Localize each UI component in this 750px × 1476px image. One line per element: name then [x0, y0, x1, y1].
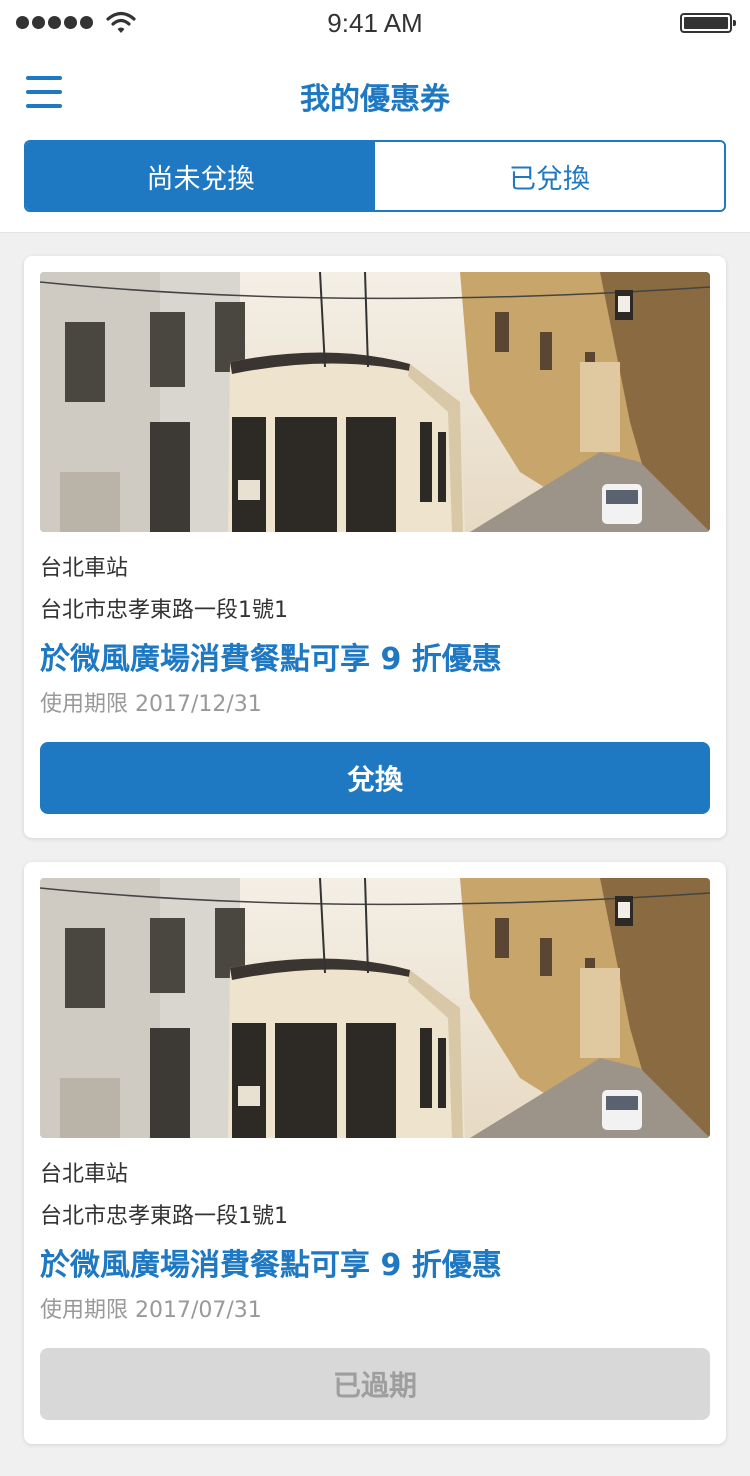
validity-date: 使用期限 2017/12/31: [40, 692, 262, 717]
app-header: 我的優惠券 尚未兌換 已兌換: [0, 48, 750, 233]
coupon-tabs: 尚未兌換 已兌換: [24, 140, 726, 212]
tab-redeemed[interactable]: 已兌換: [375, 142, 724, 210]
coupon-card: 台北車站 台北市忠孝東路一段1號1 於微風廣場消費餐點可享 9 折優惠 使用期限…: [24, 862, 726, 1444]
offer-text: 於微風廣場消費餐點可享 9 折優惠: [40, 1248, 502, 1283]
offer-text: 於微風廣場消費餐點可享 9 折優惠: [40, 642, 502, 677]
redeem-button[interactable]: 兌換: [40, 742, 710, 814]
store-address: 台北市忠孝東路一段1號1: [40, 598, 288, 623]
store-name: 台北車站: [40, 1162, 129, 1187]
tab-unredeemed[interactable]: 尚未兌換: [26, 142, 375, 210]
store-name: 台北車站: [40, 556, 129, 581]
expired-button: 已過期: [40, 1348, 710, 1420]
validity-date: 使用期限 2017/07/31: [40, 1298, 262, 1323]
store-address: 台北市忠孝東路一段1號1: [40, 1204, 288, 1229]
coupon-card: 台北車站 台北市忠孝東路一段1號1 於微風廣場消費餐點可享 9 折優惠 使用期限…: [24, 256, 726, 838]
status-time: 9:41 AM: [327, 8, 423, 38]
battery-icon: [680, 13, 736, 33]
coupon-photo: [40, 272, 710, 532]
page-title: 我的優惠券: [300, 82, 450, 117]
status-bar: 9:41 AM: [0, 0, 750, 48]
coupon-photo: [40, 878, 710, 1138]
